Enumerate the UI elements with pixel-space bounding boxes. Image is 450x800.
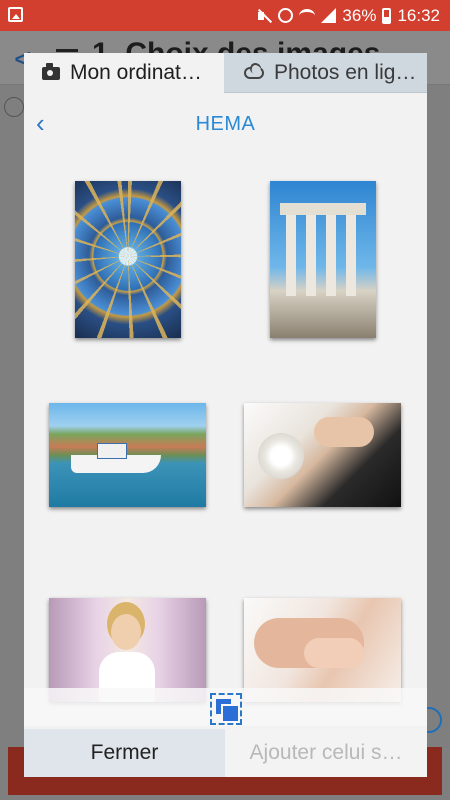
photo-wedding-rings[interactable] [244, 403, 401, 507]
source-tabs: Mon ordinat… Photos en lig… [24, 53, 427, 93]
signal-icon [321, 8, 337, 23]
photo-hands[interactable] [244, 598, 401, 702]
photo-ruins[interactable] [270, 181, 376, 338]
gallery-icon [8, 7, 23, 22]
mute-icon [256, 8, 272, 24]
clock: 16:32 [397, 5, 440, 25]
folder-title: HEMA [195, 113, 256, 135]
add-selection-button[interactable]: Ajouter celui s… [225, 729, 427, 777]
battery-icon [382, 7, 392, 24]
battery-level: 36% [342, 5, 377, 25]
image-picker-dialog: Mon ordinat… Photos en lig… ‹ HEMA Ferme… [24, 53, 427, 777]
add-circle-icon [4, 97, 24, 117]
tab-label: Photos en lig… [274, 60, 417, 84]
status-bar: 36% 16:32 [0, 0, 450, 31]
tab-my-computer[interactable]: Mon ordinat… [24, 53, 224, 93]
alarm-icon [278, 8, 294, 23]
photo-harbor[interactable] [49, 403, 206, 507]
photo-bride[interactable] [49, 598, 206, 702]
close-button[interactable]: Fermer [24, 729, 225, 777]
tab-online-photos[interactable]: Photos en lig… [224, 53, 427, 93]
multi-select-icon[interactable] [210, 693, 242, 725]
wifi-icon [299, 8, 316, 23]
folder-header: ‹ HEMA [24, 103, 427, 143]
dialog-footer: Fermer Ajouter celui s… [24, 729, 427, 777]
photo-dome[interactable] [75, 181, 181, 338]
tab-label: Mon ordinat… [70, 61, 202, 84]
camera-icon [42, 62, 60, 80]
cloud-icon [244, 66, 264, 79]
